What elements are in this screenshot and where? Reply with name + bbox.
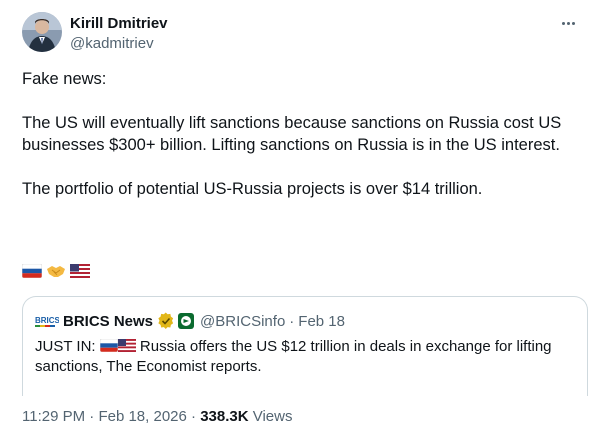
views-label: Views <box>248 408 293 425</box>
author-display-name[interactable]: Kirill Dmitriev <box>70 14 168 33</box>
tweet-header: Kirill Dmitriev @kadmitriev <box>22 12 582 56</box>
quoted-separator: · <box>289 312 295 330</box>
tweet: Kirill Dmitriev @kadmitriev Fake news: T… <box>0 0 594 436</box>
russia-flag-icon <box>99 339 118 352</box>
meta-separator: · <box>186 408 201 425</box>
us-flag-icon <box>117 339 136 352</box>
more-options-icon[interactable] <box>558 16 578 30</box>
author-block: Kirill Dmitriev @kadmitriev <box>70 14 168 53</box>
meta-separator: · <box>85 408 99 425</box>
handshake-icon <box>47 266 65 277</box>
tweet-time[interactable]: 11:29 PM <box>22 408 85 425</box>
tweet-paragraph-2: The US will eventually lift sanctions be… <box>22 114 562 154</box>
us-flag-icon <box>70 264 90 278</box>
emoji-row <box>22 262 90 280</box>
quoted-text-prefix: JUST IN: <box>35 338 100 355</box>
svg-text:BRICS: BRICS <box>35 316 59 325</box>
views-count: 338.3K <box>200 408 249 425</box>
tweet-text: Fake news: The US will eventually lift s… <box>22 68 582 200</box>
tweet-paragraph-1: Fake news: <box>22 70 107 88</box>
affiliate-badge-icon <box>178 313 195 329</box>
quoted-date[interactable]: Feb 18 <box>298 313 345 330</box>
avatar[interactable] <box>22 12 62 52</box>
tweet-date[interactable]: Feb 18, 2026 <box>98 408 186 425</box>
quoted-tweet-text: JUST IN: Russia offers the US $12 trilli… <box>35 337 575 377</box>
author-handle[interactable]: @kadmitriev <box>70 34 168 53</box>
verified-badge-icon <box>158 312 174 330</box>
russia-flag-icon <box>22 264 42 278</box>
quoted-tweet-header: BRICS BRICS News @BRICSinfo · Feb 18 <box>35 311 345 331</box>
quoted-handle[interactable]: @BRICSinfo <box>200 313 285 330</box>
quoted-tweet[interactable]: BRICS BRICS News @BRICSinfo · Feb 18 JUS… <box>22 296 588 396</box>
tweet-meta: 11:29 PM · Feb 18, 2026 · 338.3K Views <box>22 408 292 425</box>
tweet-paragraph-3: The portfolio of potential US-Russia pro… <box>22 180 483 198</box>
quoted-display-name[interactable]: BRICS News <box>63 313 153 330</box>
brics-logo-icon: BRICS <box>35 316 59 327</box>
